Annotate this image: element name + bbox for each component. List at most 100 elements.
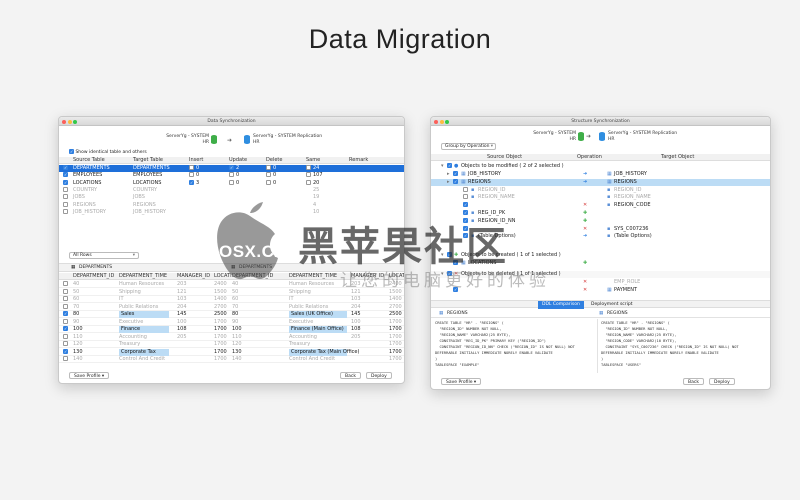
group-modified[interactable]: ▾ ✓ ● Objects to be modified ( 2 of 2 se… — [431, 163, 770, 170]
detail-column-header[interactable]: DEPARTMENT_ID — [232, 273, 273, 280]
detail-row-checkbox[interactable] — [63, 303, 68, 309]
detail-column-header[interactable]: DEPARTMENT_TIME — [119, 273, 167, 280]
detail-column-header[interactable]: DEPARTMENT_TIME — [289, 273, 337, 280]
deploy-button[interactable]: Deploy — [366, 372, 392, 379]
tree-row-deleted-sub[interactable]: ✕ EMP_ROLE — [431, 279, 770, 286]
tree-row-checkbox[interactable]: ✓ — [463, 225, 468, 231]
table-row[interactable]: ✓ DEPARTMENTS DEPARTMENTS 0 ✓ 2 0 24 — [59, 165, 404, 172]
back-button[interactable]: Back — [683, 378, 704, 385]
detail-row[interactable]: 140 Control And Credit 1700 140 Control And … — [59, 356, 404, 363]
minimize-window-button[interactable] — [439, 120, 444, 124]
tree-row[interactable]: ✓ ▪ REG_ID_PK ✚ — [431, 210, 770, 217]
tree-row-checkbox[interactable]: ✓ — [463, 210, 468, 215]
minimize-window-button[interactable] — [67, 120, 72, 124]
group-deleted-checkbox[interactable]: ✓ — [447, 271, 452, 276]
detail-column-header[interactable]: LOCATI — [389, 273, 404, 280]
tree-row-checkbox[interactable]: ✓ — [453, 287, 458, 292]
delete-checkbox[interactable] — [266, 179, 271, 185]
detail-column-header[interactable]: MANAGER_ID — [351, 273, 384, 280]
detail-column-header[interactable]: DEPARTMENT_ID — [73, 273, 114, 280]
column-header[interactable]: Update — [229, 157, 247, 164]
close-window-button[interactable] — [62, 120, 66, 124]
column-header[interactable]: Insert — [189, 157, 203, 164]
column-header[interactable]: Remark — [349, 157, 368, 164]
insert-checkbox[interactable] — [189, 165, 194, 170]
tree-row[interactable]: ▸ ✓ ▦ REGIONS ➜ ▦ REGIONS — [431, 178, 770, 186]
tab-deployment-script[interactable]: Deployment script — [587, 301, 637, 309]
zoom-window-button[interactable] — [445, 120, 449, 124]
detail-column-header[interactable]: MANAGER_ID — [177, 273, 210, 280]
detail-row[interactable]: 110 Accounting 205 1700 110 Accounting 205 1700 — [59, 333, 404, 341]
column-header[interactable]: Same — [306, 157, 320, 164]
save-profile-button[interactable]: Save Profile ▾ — [69, 372, 110, 379]
tree-row[interactable]: ▪ REGION_ID ▪ REGION_ID — [431, 186, 770, 194]
group-created[interactable]: ▾ ✓ ✚ Objects to be created ( 1 of 1 sel… — [431, 252, 770, 259]
detail-row-checkbox[interactable]: ✓ — [63, 348, 68, 354]
deploy-button[interactable]: Deploy — [709, 378, 735, 385]
table-row[interactable]: ✓ LOCATIONS LOCATIONS ✓ 3 0 0 20 — [59, 179, 404, 187]
tree-row-deleted[interactable]: ✓ ✕ ▦ PAYMENT — [431, 287, 770, 294]
delete-checkbox[interactable] — [266, 172, 271, 178]
tree-row-checkbox[interactable]: ✓ — [453, 171, 458, 176]
group-modified-checkbox[interactable]: ✓ — [447, 163, 452, 168]
update-checkbox[interactable] — [229, 179, 234, 185]
detail-row-checkbox[interactable]: ✓ — [63, 326, 68, 331]
row-checkbox[interactable] — [63, 208, 68, 214]
table-row[interactable]: REGIONS REGIONS 4 — [59, 201, 404, 209]
tab-ddl-comparison[interactable]: DDL Comparison — [538, 301, 584, 309]
close-window-button[interactable] — [434, 120, 438, 124]
table-row[interactable]: COUNTRY COUNTRY 25 — [59, 186, 404, 194]
tree-row-created[interactable]: ✓ ▦ LOCATIONS ✚ — [431, 260, 770, 267]
column-header[interactable]: Source Table — [73, 157, 105, 164]
detail-row-checkbox[interactable] — [63, 333, 68, 339]
show-identical-checkbox[interactable]: ✓ — [69, 149, 74, 154]
same-checkbox[interactable] — [306, 179, 311, 185]
detail-row-checkbox[interactable] — [63, 356, 68, 361]
tree-row[interactable]: ✓ ✕ ▪ SYS_C007236 — [431, 225, 770, 233]
detail-row-checkbox[interactable] — [63, 296, 68, 301]
detail-row[interactable]: ✓ 100 Finance 108 1700 100 Finance (Main Offic… — [59, 326, 404, 333]
row-checkbox[interactable] — [63, 186, 68, 192]
detail-row-checkbox[interactable]: ✓ — [63, 311, 68, 316]
tree-row-checkbox[interactable] — [463, 186, 468, 192]
tree-row-checkbox[interactable]: ✓ — [453, 178, 458, 184]
group-created-checkbox[interactable]: ✓ — [447, 252, 452, 257]
detail-row-checkbox[interactable] — [63, 281, 68, 286]
table-row[interactable]: JOB_HISTORY JOB_HISTORY 10 — [59, 208, 404, 216]
row-checkbox[interactable] — [63, 201, 68, 207]
update-checkbox[interactable] — [229, 172, 234, 178]
row-checkbox[interactable]: ✓ — [63, 165, 68, 170]
row-checkbox[interactable]: ✓ — [63, 179, 68, 185]
detail-column-header[interactable]: LOCATI — [214, 273, 232, 280]
show-identical-option[interactable]: ✓ Show identical table and others — [69, 149, 147, 155]
row-checkbox[interactable]: ✓ — [63, 172, 68, 178]
zoom-window-button[interactable] — [73, 120, 77, 124]
tree-row-checkbox[interactable]: ✓ — [453, 260, 458, 265]
detail-row[interactable]: 60 IT 103 1400 60 IT 103 1400 — [59, 296, 404, 303]
tree-row[interactable]: ✓ ▪ (Table Options) ➜ ▪ (Table Options) — [431, 233, 770, 240]
row-checkbox[interactable] — [63, 194, 68, 200]
tree-row-checkbox[interactable] — [463, 194, 468, 200]
column-header[interactable]: Target Table — [133, 157, 163, 164]
table-row[interactable]: ✓ EMPLOYEES EMPLOYEES 0 0 0 107 — [59, 172, 404, 179]
save-profile-button[interactable]: Save Profile ▾ — [441, 378, 482, 385]
detail-row[interactable]: 50 Shipping 121 1500 50 Shipping 121 1500 — [59, 288, 404, 296]
detail-row[interactable]: ✓ 130 Corporate Tax 1700 130 Corporate Tax (M… — [59, 348, 404, 356]
row-filter-select[interactable]: All Rows ▾ — [69, 252, 139, 259]
detail-row-checkbox[interactable] — [63, 318, 68, 324]
tree-row[interactable]: ✓ ▪ REGION_ID_NN ✚ — [431, 217, 770, 225]
delete-checkbox[interactable] — [266, 165, 271, 170]
update-checkbox[interactable]: ✓ — [229, 165, 234, 170]
group-deleted[interactable]: ▾ ✓ ✕ Objects to be deleted ( 1 of 1 sel… — [431, 271, 770, 278]
detail-row[interactable]: 90 Executive 100 1700 90 Executive 100 1700 — [59, 318, 404, 326]
tree-row-checkbox[interactable]: ✓ — [463, 233, 468, 239]
detail-row[interactable]: ✓ 80 Sales 145 2500 80 Sales (UK Office) 145 250… — [59, 311, 404, 318]
back-button[interactable]: Back — [340, 372, 361, 379]
table-row[interactable]: JOBS JOBS 19 — [59, 194, 404, 201]
tree-row-checkbox[interactable]: ✓ — [463, 217, 468, 223]
column-header[interactable]: Delete — [266, 157, 282, 164]
tree-row[interactable]: ▸ ✓ ▦ JOB_HISTORY ➜ ▦ JOB_HISTORY — [431, 171, 770, 178]
detail-row-checkbox[interactable] — [63, 288, 68, 294]
insert-checkbox[interactable] — [189, 172, 194, 178]
detail-row[interactable]: 40 Human Resources 203 2400 40 Human Resource… — [59, 281, 404, 288]
